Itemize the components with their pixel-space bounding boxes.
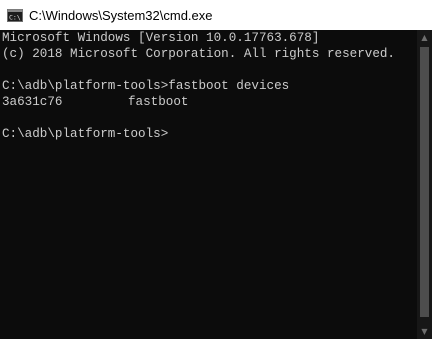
console-output[interactable]: Microsoft Windows [Version 10.0.17763.67… [2,30,417,339]
scroll-up-arrow-icon[interactable]: ▲ [417,30,432,45]
cmd-window: C:\ C:\Windows\System32\cmd.exe Microsof… [0,0,432,339]
version-line: Microsoft Windows [Version 10.0.17763.67… [2,31,320,45]
device-row: 3a631c76 fastboot [2,94,417,110]
command-line: C:\adb\platform-tools>fastboot devices [2,79,290,93]
copyright-line: (c) 2018 Microsoft Corporation. All righ… [2,47,395,61]
device-id: 3a631c76 [2,95,63,109]
cmd-icon: C:\ [7,8,23,22]
window-title: C:\Windows\System32\cmd.exe [29,7,213,23]
scroll-down-arrow-icon[interactable]: ▼ [417,324,432,339]
current-prompt[interactable]: C:\adb\platform-tools> [2,126,417,142]
scrollbar-thumb[interactable] [420,47,429,317]
device-mode: fastboot [128,95,189,109]
svg-text:C:\: C:\ [9,13,21,21]
vertical-scrollbar[interactable]: ▲ ▼ [417,30,432,339]
title-bar[interactable]: C:\ C:\Windows\System32\cmd.exe [0,0,432,30]
